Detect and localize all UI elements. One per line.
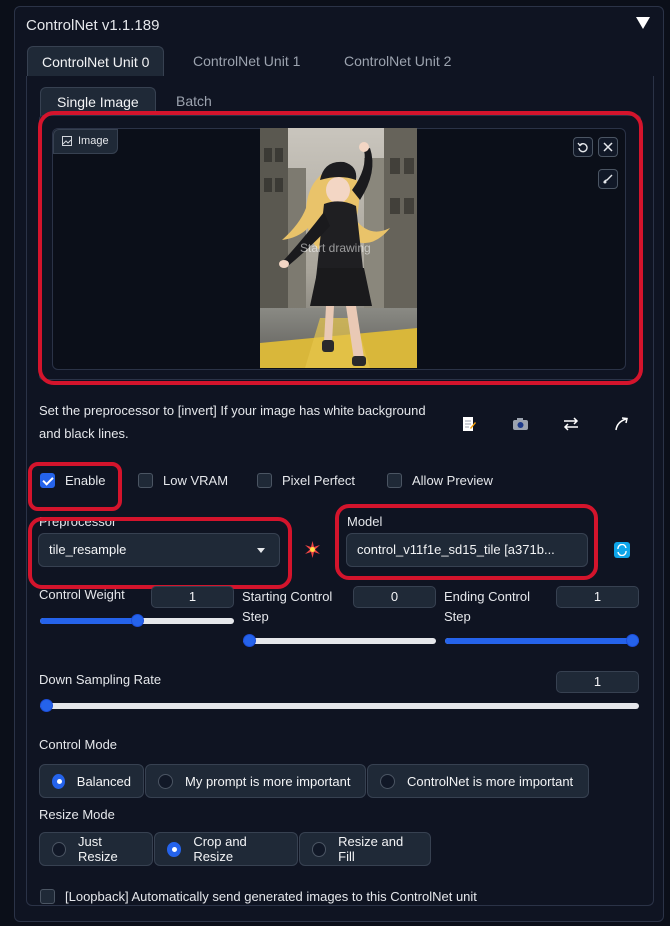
preprocessor-hint: Set the preprocessor to [invert] If your… [39,403,426,441]
controlnet-radio[interactable] [380,773,395,789]
preprocessor-dropdown[interactable]: tile_resample [38,533,280,567]
start-drawing-text: Start drawing [300,241,371,255]
tab-single-image[interactable]: Single Image [40,87,156,116]
tab-controlnet-unit-2[interactable]: ControlNet Unit 2 [330,46,465,77]
model-label: Model [347,514,383,529]
tab-controlnet-unit-0[interactable]: ControlNet Unit 0 [27,46,165,77]
control-weight-fill [40,618,137,624]
loopback-checkbox[interactable]: [Loopback] Automatically send generated … [40,887,477,905]
ending-step-input[interactable]: 1 [556,586,639,608]
resize-mode-resize-fill[interactable]: Resize and Fill [299,832,431,866]
pixel-perfect-checkbox[interactable]: Pixel Perfect [257,471,355,489]
down-sampling-slider[interactable] [40,699,639,712]
prompt-label: My prompt is more important [185,773,351,789]
starting-step-label: Starting Control Step [242,589,333,624]
resize-fill-label: Resize and Fill [338,834,404,864]
send-dimensions-icon[interactable] [612,414,632,434]
low-vram-label: Low VRAM [163,472,229,488]
panel-title[interactable]: ControlNet v1.1.189 [26,17,159,34]
allow-preview-label: Allow Preview [412,472,493,488]
prompt-radio[interactable] [158,773,173,789]
run-preprocessor-icon[interactable] [304,541,321,561]
control-weight-input[interactable]: 1 [151,586,234,608]
balanced-label: Balanced [76,773,131,789]
close-icon[interactable] [598,137,618,157]
resize-mode-label: Resize Mode [39,807,115,822]
control-weight-slider[interactable] [40,614,234,627]
preprocessor-value: tile_resample [49,542,127,557]
resize-mode-crop-resize[interactable]: Crop and Resize [154,832,298,866]
tab-controlnet-unit-1[interactable]: ControlNet Unit 1 [179,46,314,77]
edit-canvas-icon[interactable] [459,414,479,434]
enable-checkbox[interactable]: Enable [40,471,105,489]
low-vram-check-box[interactable] [138,472,153,488]
pixel-perfect-check-box[interactable] [257,472,272,488]
just-resize-label: Just Resize [78,834,118,864]
down-sampling-input[interactable]: 1 [556,671,639,693]
control-mode-balanced[interactable]: Balanced [39,764,144,798]
swap-arrows-icon[interactable] [561,414,581,434]
control-weight-thumb[interactable] [131,614,144,627]
ending-step-label: Ending Control Step [444,589,530,624]
pixel-perfect-label: Pixel Perfect [282,472,355,488]
controlnet-label: ControlNet is more important [407,773,574,789]
camera-icon[interactable] [510,414,530,434]
low-vram-checkbox[interactable]: Low VRAM [138,471,228,489]
enable-label: Enable [65,472,106,488]
tab-batch[interactable]: Batch [160,87,228,116]
collapse-triangle-icon[interactable] [636,17,650,29]
starting-step-input[interactable]: 0 [353,586,436,608]
crop-resize-radio[interactable] [167,841,182,857]
ending-step-slider[interactable] [445,634,639,647]
ending-step-thumb[interactable] [626,634,639,647]
model-value: control_v11f1e_sd15_tile [a371b... [357,542,555,557]
starting-step-slider[interactable] [243,634,436,647]
just-resize-radio[interactable] [52,841,66,857]
undo-icon[interactable] [573,137,593,157]
allow-preview-checkbox[interactable]: Allow Preview [387,471,493,489]
image-label-text: Image [78,135,109,147]
model-dropdown[interactable]: control_v11f1e_sd15_tile [a371b... [346,533,588,567]
control-mode-group: Balanced My prompt is more important Con… [39,764,590,798]
balanced-radio[interactable] [52,773,65,789]
image-icon [62,136,72,146]
control-weight-label: Control Weight [39,587,125,602]
resize-mode-just-resize[interactable]: Just Resize [39,832,153,866]
chevron-down-icon [257,548,265,553]
control-mode-prompt[interactable]: My prompt is more important [145,764,366,798]
enable-check-box[interactable] [40,472,55,488]
resize-mode-group: Just Resize Crop and Resize Resize and F… [39,832,432,866]
down-sampling-thumb[interactable] [40,699,53,712]
preprocessor-label: Preprocessor [39,514,117,529]
refresh-models-icon[interactable] [614,542,630,558]
image-label: Image [53,129,118,154]
control-mode-label: Control Mode [39,737,118,752]
resize-fill-radio[interactable] [312,841,327,857]
loopback-check-box[interactable] [40,888,55,904]
crop-resize-label: Crop and Resize [193,834,247,864]
down-sampling-label: Down Sampling Rate [39,672,162,687]
control-mode-controlnet[interactable]: ControlNet is more important [367,764,589,798]
loopback-label: [Loopback] Automatically send generated … [65,888,477,904]
allow-preview-check-box[interactable] [387,472,402,488]
brush-icon[interactable] [598,169,618,189]
starting-step-thumb[interactable] [243,634,256,647]
ending-step-fill [445,638,639,644]
